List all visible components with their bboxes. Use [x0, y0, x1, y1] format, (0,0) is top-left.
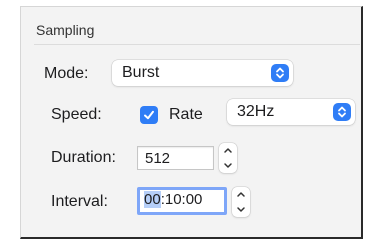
interval-field[interactable]: 00:10:00 [137, 187, 227, 215]
rate-label[interactable]: Rate [169, 106, 203, 124]
checkmark-icon [144, 110, 154, 120]
chevron-up-icon[interactable] [219, 143, 237, 158]
mode-label: Mode: [44, 65, 89, 82]
interval-stepper[interactable] [232, 187, 250, 217]
mode-popup[interactable]: Burst [112, 60, 293, 86]
rate-checkbox[interactable] [140, 106, 158, 124]
interval-label: Interval: [51, 193, 108, 210]
rate-popup[interactable]: 32Hz [227, 99, 355, 125]
duration-field[interactable]: 512 [137, 146, 214, 170]
chevron-up-icon[interactable] [232, 187, 250, 202]
interval-rest-text: :10:00 [160, 191, 203, 208]
duration-label: Duration: [51, 149, 116, 166]
chevron-down-icon[interactable] [232, 202, 250, 217]
section-title: Sampling [36, 22, 95, 38]
mode-value: Burst [122, 64, 160, 81]
chevron-up-down-icon [271, 64, 289, 82]
speed-label: Speed: [51, 106, 102, 123]
duration-stepper[interactable] [219, 143, 237, 173]
chevron-up-down-icon [333, 103, 351, 121]
interval-value: 00:10:00 [144, 191, 202, 208]
chevron-down-icon[interactable] [219, 158, 237, 173]
section-divider [34, 44, 360, 45]
interval-selected-text: 00 [144, 191, 161, 208]
duration-value: 512 [145, 150, 171, 167]
rate-value: 32Hz [237, 103, 275, 120]
